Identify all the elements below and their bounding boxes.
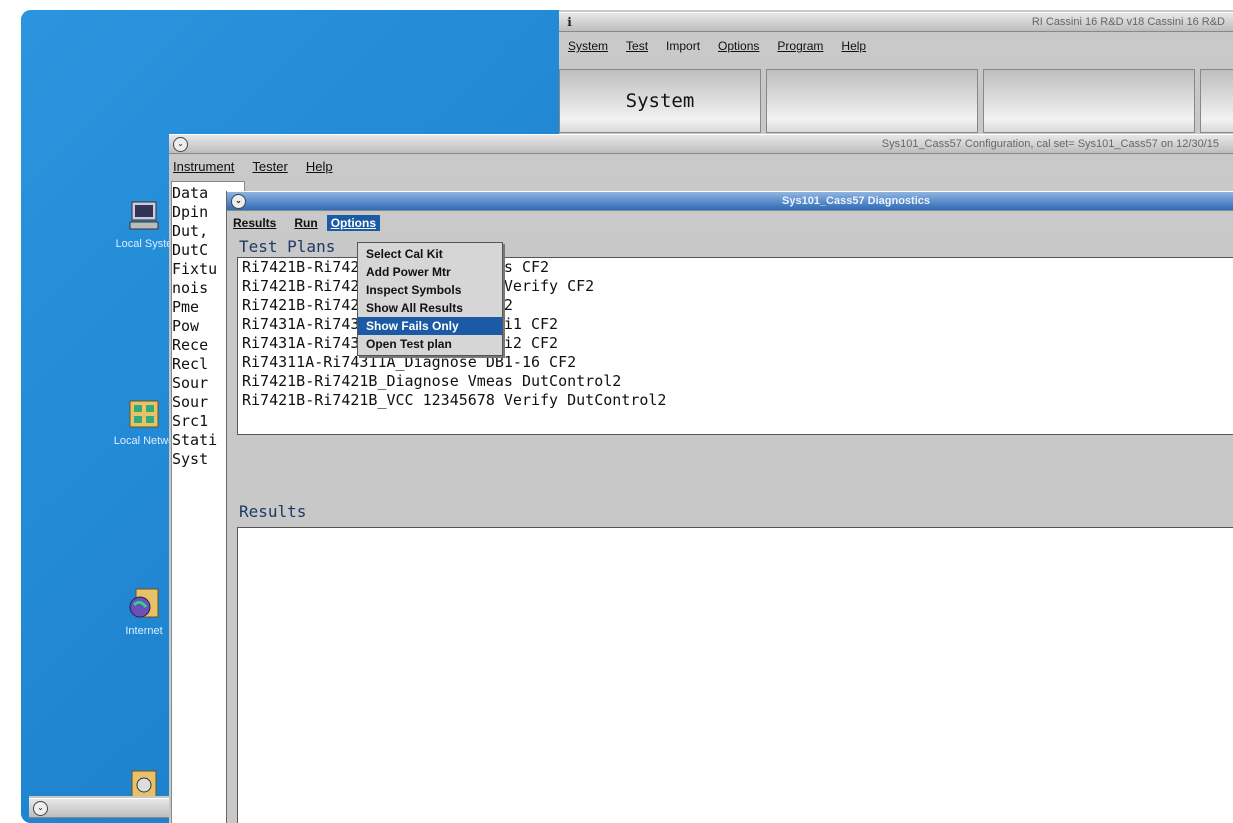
diagnostics-window-title: Sys101_Cass57 Diagnostics <box>782 195 930 207</box>
internet-icon <box>126 585 162 621</box>
test-plan-row[interactable]: Ri7421B-Ri7421B_VCC 12345678 Verify DutC… <box>242 391 1233 410</box>
menu-system[interactable]: System <box>559 39 617 53</box>
menu-tester[interactable]: Tester <box>243 159 296 174</box>
menu-item-select-cal-kit[interactable]: Select Cal Kit <box>358 245 502 263</box>
test-plans-label: Test Plans <box>239 237 336 256</box>
menu-item-add-power-mtr[interactable]: Add Power Mtr <box>358 263 502 281</box>
menu-test[interactable]: Test <box>617 39 657 53</box>
menu-help[interactable]: Help <box>832 39 875 53</box>
menu-item-show-all-results[interactable]: Show All Results <box>358 299 502 317</box>
menu-results[interactable]: Results <box>227 216 285 230</box>
menu-instrument[interactable]: Instrument <box>169 159 243 174</box>
menu-item-inspect-symbols[interactable]: Inspect Symbols <box>358 281 502 299</box>
main-window: ℹ RI Cassini 16 R&D v18 Cassini 16 R&D S… <box>559 10 1233 135</box>
network-icon <box>126 395 162 431</box>
menu-import[interactable]: Import <box>657 39 709 53</box>
menu-item-show-fails-only[interactable]: Show Fails Only <box>358 317 502 335</box>
options-dropdown: Select Cal Kit Add Power Mtr Inspect Sym… <box>357 242 503 356</box>
menu-options[interactable]: Options <box>326 215 381 231</box>
tool-button-2[interactable] <box>766 69 978 133</box>
window-menu-icon[interactable]: ⌄ <box>173 136 188 152</box>
results-area[interactable] <box>237 527 1233 823</box>
window-menu-icon[interactable]: ⌄ <box>231 193 246 209</box>
menu-program[interactable]: Program <box>768 39 832 53</box>
menu-options[interactable]: Options <box>709 39 768 53</box>
system-tool-label: System <box>625 90 695 112</box>
results-label: Results <box>239 502 307 521</box>
screen: Local Syste Local Netwo Internet ⌄ ℹ RI … <box>21 10 1233 823</box>
menu-help[interactable]: Help <box>297 159 342 174</box>
menu-run[interactable]: Run <box>285 216 326 230</box>
system-tool-button[interactable]: System <box>559 69 761 133</box>
menu-item-open-test-plan[interactable]: Open Test plan <box>358 335 502 353</box>
minimized-window[interactable]: ⌄ <box>29 796 169 818</box>
tool-button-3[interactable] <box>983 69 1195 133</box>
config-window-title: Sys101_Cass57 Configuration, cal set= Sy… <box>881 138 1219 150</box>
window-menu-icon[interactable]: ⌄ <box>33 800 48 816</box>
tool-button-4[interactable] <box>1200 69 1233 133</box>
main-window-title: RI Cassini 16 R&D v18 Cassini 16 R&D <box>1031 16 1225 28</box>
computer-icon <box>126 198 162 234</box>
test-plan-row[interactable]: Ri7421B-Ri7421B_Diagnose Vmeas DutContro… <box>242 372 1233 391</box>
info-icon[interactable]: ℹ <box>563 16 576 29</box>
